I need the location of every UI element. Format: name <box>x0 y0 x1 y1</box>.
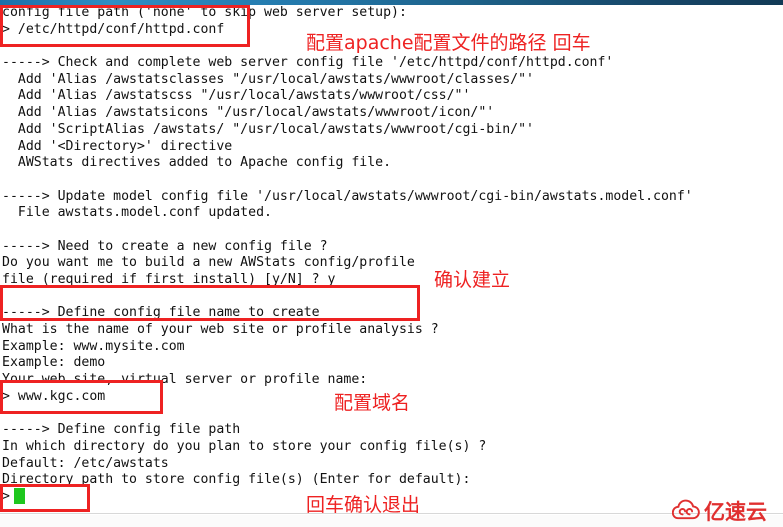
terminal-line: Add 'Alias /awstatsclasses "/usr/local/a… <box>2 71 534 87</box>
terminal-line: Add 'Alias /awstatsicons "/usr/local/aws… <box>2 105 495 121</box>
terminal-line: What is the name of your web site or pro… <box>2 322 439 338</box>
terminal-line: In which directory do you plan to store … <box>2 438 487 454</box>
terminal-line: Add 'ScriptAlias /awstats/ "/usr/local/a… <box>2 121 534 137</box>
bottom-shade <box>0 515 783 527</box>
enter-to-exit-note: 回车确认退出 <box>306 494 421 516</box>
terminal-line: -----> Need to create a new config file … <box>2 238 328 254</box>
terminal-line: Your web site, virtual server or profile… <box>2 372 368 388</box>
terminal-line: Example: www.mysite.com <box>2 338 185 354</box>
screenshot-root: config file path ('none' to skip web ser… <box>0 0 783 527</box>
watermark-text: 亿速云 <box>704 500 767 524</box>
domain-name-note: 配置域名 <box>334 392 411 414</box>
confirm-create-note: 确认建立 <box>434 269 511 291</box>
terminal-line: -----> Define config file name to create <box>2 305 320 321</box>
terminal-line: Default: /etc/awstats <box>2 455 169 471</box>
terminal-line: -----> Check and complete web server con… <box>2 55 614 71</box>
terminal-line: -----> Define config file path <box>2 422 241 438</box>
terminal-line: Add 'Alias /awstatscss "/usr/local/awsta… <box>2 88 471 104</box>
terminal-line: file (required if first install) [y/N] ?… <box>2 272 336 287</box>
cloud-spiral-logo-icon <box>672 499 700 520</box>
terminal-line: config file path ('none' to skip web ser… <box>2 5 407 20</box>
terminal-line: File awstats.model.conf updated. <box>2 205 272 221</box>
terminal-line: Directory path to store config file(s) (… <box>2 472 471 488</box>
terminal-line: AWStats directives added to Apache confi… <box>2 155 392 171</box>
terminal-line: -----> Update model config file '/usr/lo… <box>2 188 693 204</box>
terminal-line: Do you want me to build a new AWStats co… <box>2 255 415 271</box>
watermark: 亿速云 <box>672 496 767 526</box>
terminal-output[interactable]: config file path ('none' to skip web ser… <box>0 5 783 513</box>
terminal-line: Add '<Directory>' directive <box>2 138 233 154</box>
terminal-line: Example: demo <box>2 355 106 371</box>
apache-config-path-note: 配置apache配置文件的路径 回车 <box>306 32 591 54</box>
terminal-cursor <box>14 488 25 504</box>
